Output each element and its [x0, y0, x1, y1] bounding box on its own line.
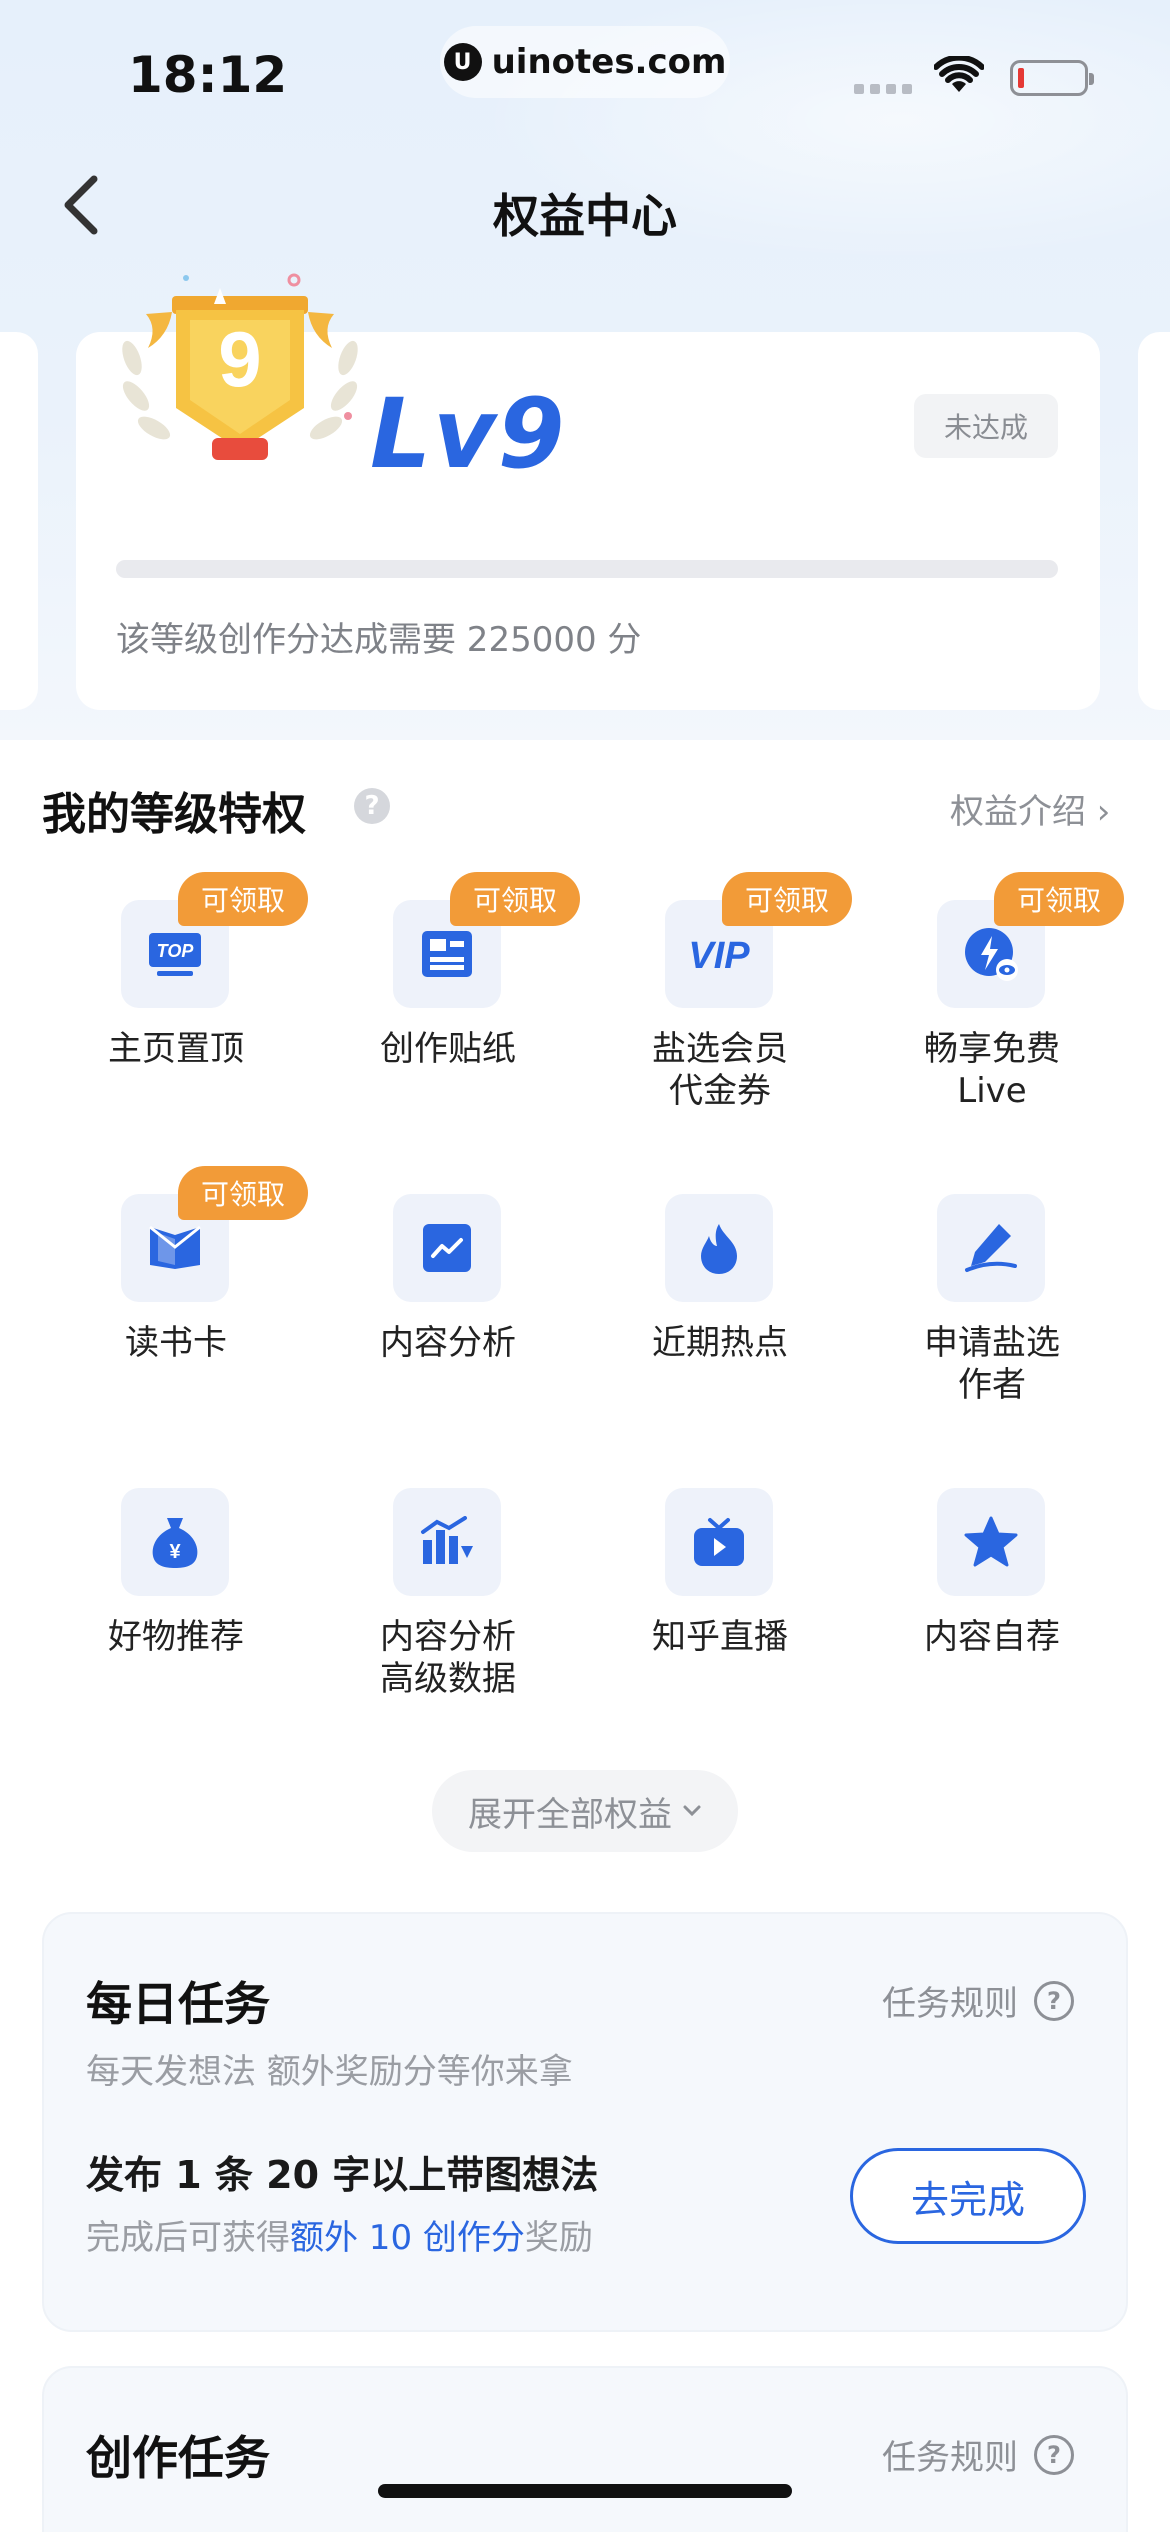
privilege-item[interactable]: 内容分析: [338, 1194, 558, 1444]
url-pill[interactable]: U uinotes.com: [440, 26, 730, 98]
claimable-badge: 可领取: [178, 1166, 308, 1220]
level-description: 该等级创作分达成需要 225000 分: [116, 620, 642, 660]
privilege-tile: [665, 1488, 773, 1596]
privilege-label: 内容自荐: [924, 1617, 1060, 1657]
star-icon: [964, 1516, 1018, 1567]
url-text: uinotes.com: [491, 42, 727, 82]
money-bag-icon: ¥: [152, 1518, 198, 1568]
medal-number: 9: [218, 315, 261, 403]
privilege-label: 盐选会员 代金券: [652, 1029, 788, 1111]
privileges-title: 我的等级特权: [42, 789, 306, 840]
privilege-tile: [937, 1194, 1045, 1302]
privilege-item[interactable]: 可领取 畅享免费 Live: [882, 872, 1124, 1150]
privilege-label: 创作贴纸: [380, 1029, 516, 1069]
next-level-card[interactable]: [1138, 332, 1170, 710]
live-icon: [965, 928, 1018, 981]
daily-task-card: 每日任务 任务规则 ? 每天发想法 额外奖励分等你来拿 发布 1 条 20 字以…: [42, 1912, 1128, 2332]
privilege-tile: [393, 1194, 501, 1302]
privilege-label: 近期热点: [652, 1323, 788, 1363]
privilege-label: 读书卡: [125, 1323, 227, 1363]
privilege-item[interactable]: TOP 可领取 主页置顶: [66, 872, 308, 1150]
privilege-label: 知乎直播: [652, 1617, 788, 1657]
reward-suffix: 奖励: [524, 2218, 593, 2258]
claimable-badge: 可领取: [994, 872, 1124, 926]
privilege-tile: ¥: [121, 1488, 229, 1596]
creation-task-title: 创作任务: [86, 2431, 270, 2485]
vip-icon: VIP: [688, 935, 750, 976]
privilege-item[interactable]: VIP 可领取 盐选会员 代金券: [610, 872, 852, 1150]
privilege-item[interactable]: 知乎直播: [610, 1488, 830, 1738]
rules-label: 任务规则: [882, 1984, 1018, 2024]
prev-level-card[interactable]: [0, 332, 38, 710]
privilege-item[interactable]: ¥ 好物推荐: [66, 1488, 286, 1738]
svg-text:TOP: TOP: [157, 941, 195, 961]
book-icon: [149, 1225, 201, 1269]
task-reward-text: 完成后可获得额外 10 创作分奖励: [86, 2210, 593, 2259]
privilege-label: 内容分析: [380, 1323, 516, 1363]
claimable-badge: 可领取: [178, 872, 308, 926]
top-icon: TOP: [149, 933, 201, 976]
home-indicator[interactable]: [378, 2484, 792, 2498]
privilege-label: 畅享免费 Live: [924, 1029, 1060, 1111]
level-progress-bar: [116, 560, 1058, 578]
daily-task-rules-link[interactable]: 任务规则 ?: [882, 1976, 1074, 2025]
svg-text:¥: ¥: [169, 1541, 181, 1563]
chart-icon: [423, 1224, 471, 1272]
complete-task-button[interactable]: 去完成: [850, 2148, 1086, 2244]
privilege-item[interactable]: 近期热点: [610, 1194, 830, 1444]
privilege-tile: [937, 1488, 1045, 1596]
privilege-label: 申请盐选 作者: [924, 1323, 1060, 1405]
status-badge: 未达成: [914, 394, 1058, 458]
page-title: 权益中心: [493, 189, 677, 243]
question-icon: ?: [1034, 2434, 1074, 2475]
task-item-title: 发布 1 条 20 字以上带图想法: [86, 2153, 599, 2197]
privilege-tile: [393, 1488, 501, 1596]
rules-label: 任务规则: [882, 2438, 1018, 2478]
pen-icon: [965, 1224, 1017, 1272]
expand-all-privileges-button[interactable]: 展开全部权益: [432, 1770, 738, 1852]
cellular-signal-icon: [854, 84, 912, 94]
chevron-down-icon: [683, 1805, 701, 1817]
bar-chart-icon: [421, 1516, 473, 1564]
reward-highlight: 额外 10 创作分: [290, 2218, 525, 2258]
privilege-item[interactable]: 申请盐选 作者: [882, 1194, 1102, 1444]
site-logo-icon: U: [443, 43, 482, 81]
privilege-item[interactable]: 内容分析 高级数据: [338, 1488, 558, 1738]
daily-task-title: 每日任务: [86, 1977, 270, 2031]
privilege-label: 好物推荐: [108, 1617, 244, 1657]
privilege-item[interactable]: 可领取 读书卡: [66, 1166, 308, 1444]
claimable-badge: 可领取: [722, 872, 852, 926]
reward-prefix: 完成后可获得: [86, 2218, 290, 2258]
privilege-item[interactable]: 内容自荐: [882, 1488, 1102, 1738]
privilege-tile: [665, 1194, 773, 1302]
level-title: Lv9: [370, 378, 567, 490]
status-time: 18:12: [128, 46, 288, 104]
creation-task-rules-link[interactable]: 任务规则 ?: [882, 2430, 1074, 2479]
expand-label: 展开全部权益: [468, 1794, 672, 1835]
privileges-intro-link[interactable]: 权益介绍 ›: [950, 784, 1110, 833]
level-medal-icon: 9: [122, 273, 358, 460]
help-icon[interactable]: ?: [354, 788, 390, 824]
battery-icon: [1010, 60, 1094, 96]
tv-icon: [694, 1518, 744, 1566]
daily-task-subtitle: 每天发想法 额外奖励分等你来拿: [86, 2052, 573, 2092]
privilege-item[interactable]: 可领取 创作贴纸: [338, 872, 580, 1150]
claimable-badge: 可领取: [450, 872, 580, 926]
wifi-icon: [934, 56, 984, 92]
svg-text:VIP: VIP: [688, 935, 750, 976]
privilege-label: 主页置顶: [108, 1029, 244, 1069]
sticker-icon: [422, 931, 472, 977]
creation-task-card: 创作任务 任务规则 ?: [42, 2366, 1128, 2532]
question-icon: ?: [1034, 1980, 1074, 2021]
privilege-label: 内容分析 高级数据: [380, 1617, 516, 1699]
flame-icon: [701, 1224, 737, 1274]
